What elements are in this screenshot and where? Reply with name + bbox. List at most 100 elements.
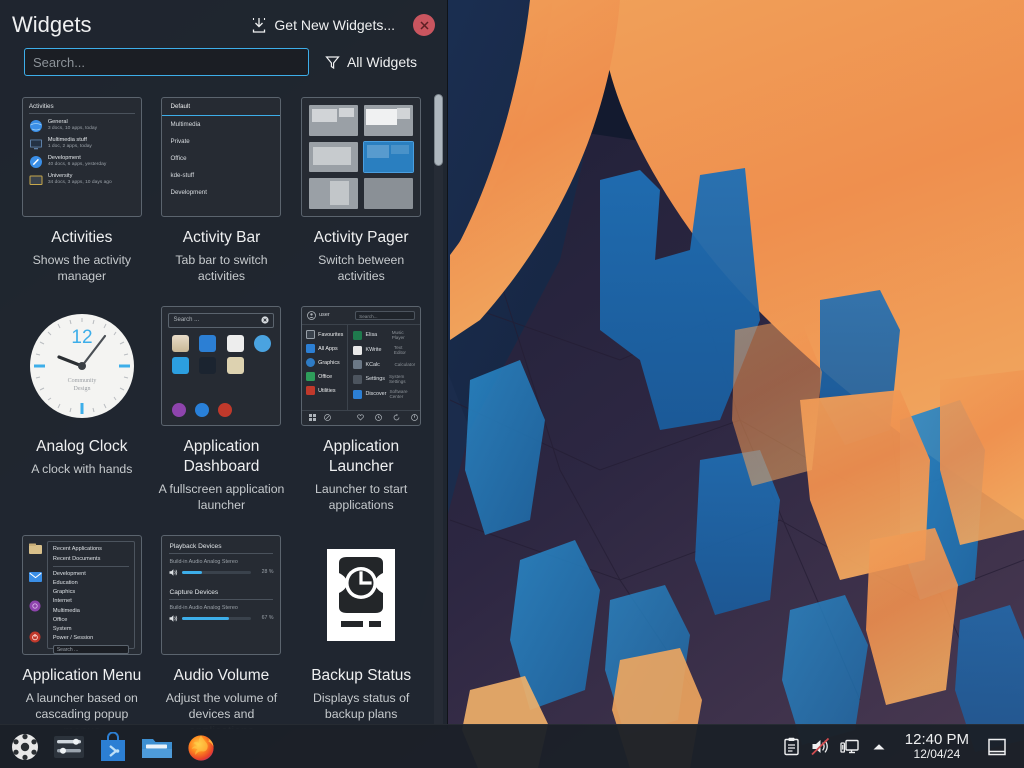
widget-card-application-launcher[interactable]: user Search... Favourites All Apps Graph… bbox=[291, 299, 431, 528]
widget-card-activity-bar[interactable]: Default Multimedia Private Office kde-st… bbox=[152, 90, 292, 299]
widget-title: Application Launcher bbox=[323, 437, 400, 475]
widget-preview: Search ... bbox=[161, 305, 282, 427]
list-item: General 3 docs, 10 apps, today bbox=[23, 117, 141, 135]
system-settings-icon[interactable] bbox=[50, 728, 88, 766]
volume-slider[interactable] bbox=[182, 570, 252, 574]
widget-preview bbox=[301, 534, 421, 656]
digital-clock[interactable]: 12:40 PM 12/04/24 bbox=[895, 732, 979, 760]
widget-preview: Activities General 3 docs, 10 apps, toda… bbox=[21, 96, 142, 218]
pager-cell bbox=[364, 105, 414, 136]
taskbar-panel: 12:40 PM 12/04/24 bbox=[0, 724, 1024, 768]
device-label: Build-in Audio Analog Stereo bbox=[169, 604, 238, 611]
archive-icon bbox=[171, 334, 189, 352]
search-input[interactable] bbox=[24, 48, 309, 76]
list-item: Settings System Settings bbox=[348, 372, 420, 387]
restart-icon bbox=[393, 414, 400, 421]
widget-description: Displays status of backup plans bbox=[312, 690, 410, 722]
widget-card-application-menu[interactable]: Recent Applications Recent Documents Dev… bbox=[12, 528, 152, 729]
get-new-widgets-button[interactable]: Get New Widgets... bbox=[245, 14, 401, 37]
power-icon bbox=[218, 402, 233, 417]
widget-card-activity-pager[interactable]: Activity Pager Switch between activities bbox=[291, 90, 431, 299]
widget-title: Activity Bar bbox=[182, 229, 261, 246]
desktop: Widgets Get New Widgets... Search... All… bbox=[0, 0, 1024, 768]
list-item: Office bbox=[302, 370, 347, 384]
clock-brand-line1: Community bbox=[67, 378, 96, 384]
widget-description: Shows the activity manager bbox=[32, 253, 132, 284]
all-widgets-filter-button[interactable]: All Widgets bbox=[319, 51, 423, 73]
list-item: Recent Documents bbox=[52, 555, 101, 562]
widget-title: Activity Pager bbox=[313, 229, 409, 246]
elisa-icon bbox=[353, 330, 363, 340]
list-item: Multimedia bbox=[170, 121, 201, 128]
clock-time: 12:40 PM bbox=[904, 731, 969, 749]
firefox-icon[interactable] bbox=[182, 728, 220, 766]
graphics-icon bbox=[306, 358, 316, 368]
dolphin-file-manager-icon[interactable] bbox=[138, 728, 176, 766]
list-item: Graphics bbox=[302, 356, 347, 370]
list-item: Development bbox=[52, 570, 86, 577]
shopping-bag-icon bbox=[199, 334, 217, 352]
launcher-user-label: user bbox=[319, 312, 330, 319]
scrollbar-thumb[interactable] bbox=[434, 94, 443, 166]
list-item: System bbox=[52, 625, 72, 632]
network-display-icon[interactable] bbox=[837, 732, 863, 762]
list-item: Favourites bbox=[302, 328, 347, 342]
mail-icon bbox=[28, 572, 43, 583]
clipboard-icon[interactable] bbox=[779, 732, 805, 762]
list-item: Office bbox=[52, 616, 68, 623]
get-new-widgets-label: Get New Widgets... bbox=[274, 17, 395, 33]
list-item: Development bbox=[170, 189, 207, 196]
activities-preview-header: Activities bbox=[28, 103, 54, 110]
analog-clock-face: 12 Community Design bbox=[29, 313, 134, 418]
close-button[interactable] bbox=[413, 14, 435, 36]
logout-icon bbox=[195, 402, 210, 417]
pager-cell bbox=[364, 178, 414, 209]
volume-slider[interactable] bbox=[182, 616, 252, 620]
widget-card-audio-volume[interactable]: Playback Devices Build-in Audio Analog S… bbox=[152, 528, 292, 729]
pager-cell bbox=[309, 141, 359, 173]
list-item: Private bbox=[170, 138, 190, 145]
pager-cell bbox=[309, 178, 359, 209]
pdf-icon bbox=[226, 334, 244, 352]
widget-title: Backup Status bbox=[311, 666, 412, 684]
all-widgets-label: All Widgets bbox=[346, 54, 417, 70]
volume-muted-icon[interactable] bbox=[808, 732, 834, 762]
launcher-search-field: Search... bbox=[355, 310, 416, 320]
list-item: Default bbox=[162, 98, 281, 116]
widget-title: Application Menu bbox=[22, 666, 142, 684]
list-item: Recent Applications bbox=[52, 546, 102, 553]
dashboard-search-field: Search ... bbox=[168, 312, 275, 328]
close-icon bbox=[419, 20, 430, 31]
widget-preview: user Search... Favourites All Apps Graph… bbox=[301, 305, 422, 427]
show-hidden-icons-arrow[interactable] bbox=[866, 732, 892, 762]
download-icon bbox=[251, 17, 267, 34]
kubuntu-menu-icon[interactable] bbox=[6, 728, 44, 766]
lock-icon bbox=[172, 402, 187, 417]
discover-icon[interactable] bbox=[94, 728, 132, 766]
toggle-icon bbox=[199, 356, 217, 374]
kwrite-icon bbox=[353, 345, 363, 355]
section-title: Capture Devices bbox=[169, 588, 219, 596]
widget-card-application-dashboard[interactable]: Search ... Application Dashboard A fulls… bbox=[152, 299, 292, 528]
pen-icon bbox=[29, 155, 43, 169]
list-item: Utilities bbox=[302, 384, 347, 398]
speaker-icon bbox=[169, 568, 178, 577]
list-item: Graphics bbox=[52, 589, 76, 596]
office-icon bbox=[306, 372, 316, 382]
all-apps-icon bbox=[306, 344, 316, 354]
widget-list-scroll-area[interactable]: Activities General 3 docs, 10 apps, toda… bbox=[0, 86, 447, 729]
list-item: All Apps bbox=[302, 342, 347, 356]
page-title: Widgets bbox=[12, 12, 92, 37]
list-item: KWrite Text Editor bbox=[348, 343, 420, 358]
list-item: Power / Session bbox=[52, 635, 94, 642]
widget-card-activities[interactable]: Activities General 3 docs, 10 apps, toda… bbox=[12, 90, 152, 299]
globe-icon bbox=[29, 119, 43, 133]
vertical-scrollbar[interactable] bbox=[434, 94, 443, 729]
widget-preview bbox=[301, 96, 422, 218]
widget-description: Switch between activities bbox=[318, 253, 405, 284]
widget-card-analog-clock[interactable]: 12 Community Design Analog Clock A clock… bbox=[12, 299, 152, 528]
widget-card-backup-status[interactable]: Backup Status Displays status of backup … bbox=[291, 528, 431, 729]
section-title: Playback Devices bbox=[169, 542, 222, 550]
list-item: University 34 docs, 3 apps, 10 days ago bbox=[23, 171, 141, 189]
show-desktop-button[interactable] bbox=[982, 732, 1012, 762]
